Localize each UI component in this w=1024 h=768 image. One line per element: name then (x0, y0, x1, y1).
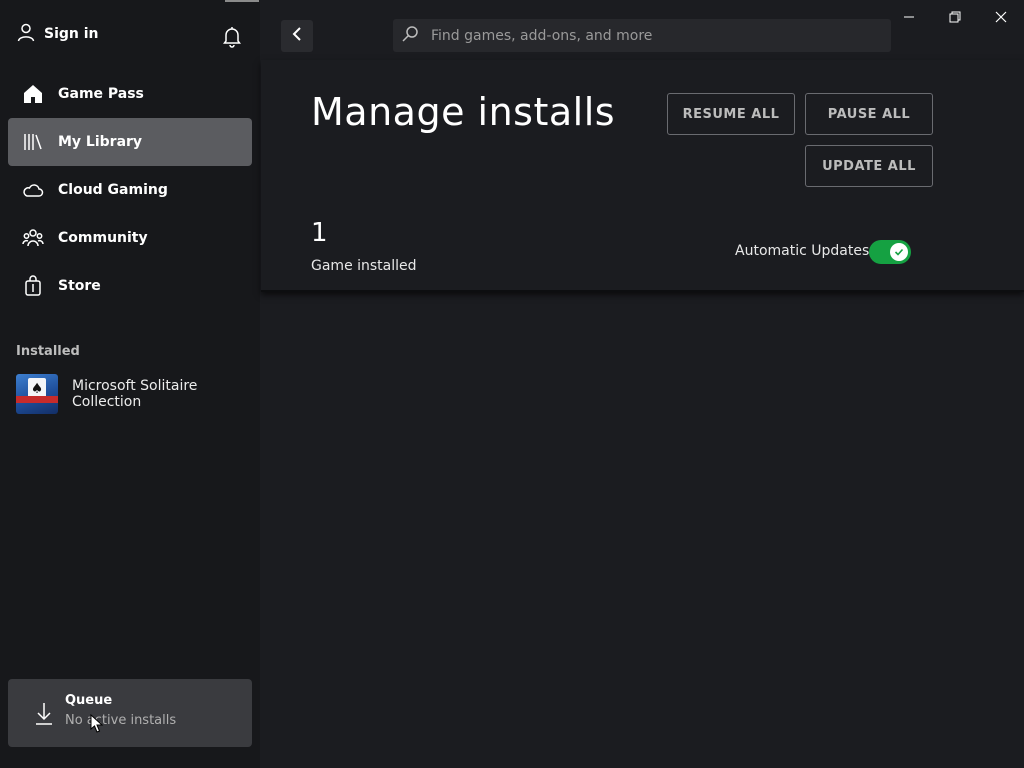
pause-all-button[interactable]: PAUSE ALL (805, 93, 933, 135)
sidebar-item-label: Community (58, 230, 148, 246)
close-button[interactable] (987, 8, 1015, 26)
automatic-updates-label: Automatic Updates (735, 243, 870, 259)
checkmark-icon (890, 243, 908, 261)
close-icon (995, 8, 1007, 27)
queue-button[interactable]: Queue No active installs (8, 679, 252, 747)
home-icon (22, 83, 44, 105)
resume-all-button[interactable]: RESUME ALL (667, 93, 795, 135)
store-bag-icon (22, 275, 44, 297)
automatic-updates-toggle[interactable] (869, 240, 911, 264)
sidebar-item-community[interactable]: Community (8, 214, 252, 262)
installed-count-label: Game installed (311, 258, 417, 274)
sign-in-label: Sign in (44, 26, 99, 42)
sidebar-item-label: Game Pass (58, 86, 144, 102)
search-input[interactable] (429, 26, 873, 45)
sign-in-button[interactable]: Sign in (16, 22, 99, 46)
installed-game-item[interactable]: ♠ Microsoft Solitaire Collection (16, 374, 246, 414)
mouse-cursor-icon (90, 713, 104, 734)
sidebar-nav: Game Pass My Library Cloud Gaming Commun… (8, 70, 252, 310)
minimize-button[interactable] (895, 8, 923, 26)
download-icon (34, 701, 54, 727)
update-all-button[interactable]: UPDATE ALL (805, 145, 933, 187)
queue-status: No active installs (65, 713, 177, 728)
page-title: Manage installs (311, 90, 616, 134)
restore-icon (949, 8, 961, 27)
sidebar-item-store[interactable]: Store (8, 262, 252, 310)
sidebar-item-game-pass[interactable]: Game Pass (8, 70, 252, 118)
window-top-highlight (225, 0, 259, 2)
cloud-icon (22, 179, 44, 201)
sidebar-item-label: Cloud Gaming (58, 182, 168, 198)
manage-installs-panel: Manage installs RESUME ALL PAUSE ALL UPD… (261, 60, 1024, 292)
sidebar-item-label: Store (58, 278, 101, 294)
user-icon (16, 22, 36, 46)
installed-count: 1 (311, 218, 328, 248)
sidebar-item-cloud-gaming[interactable]: Cloud Gaming (8, 166, 252, 214)
sidebar-item-label: My Library (58, 134, 143, 150)
queue-title: Queue (65, 693, 113, 708)
search-icon (401, 25, 419, 47)
library-icon (22, 131, 44, 153)
notifications-bell-icon[interactable] (220, 24, 244, 48)
community-icon (22, 227, 44, 249)
chevron-left-icon (290, 26, 304, 46)
search-bar[interactable] (393, 19, 891, 52)
installed-section-header: Installed (16, 344, 80, 359)
back-button[interactable] (281, 20, 313, 52)
installed-game-name: Microsoft Solitaire Collection (72, 378, 198, 410)
sidebar: Sign in Game Pass My Library Cloud Gamin… (0, 0, 260, 768)
minimize-icon (903, 8, 915, 27)
solitaire-game-icon: ♠ (16, 374, 58, 414)
sidebar-item-my-library[interactable]: My Library (8, 118, 252, 166)
restore-button[interactable] (941, 8, 969, 26)
